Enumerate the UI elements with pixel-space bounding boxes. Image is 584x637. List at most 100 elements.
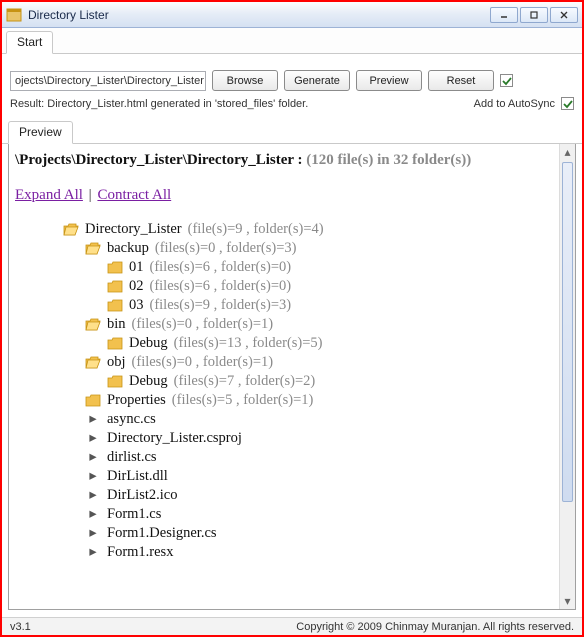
node-meta: (files(s)=13 , folder(s)=5)	[174, 335, 323, 352]
folder-open-icon	[85, 242, 101, 256]
path-input-value: ojects\Directory_Lister\Directory_Lister	[15, 75, 204, 87]
preview-headline: \Projects\Directory_Lister\Directory_Lis…	[15, 152, 569, 169]
node-name: Form1.Designer.cs	[107, 525, 217, 542]
bullet-icon: ▸	[85, 487, 101, 504]
tree-folder[interactable]: obj (files(s)=0 , folder(s)=1)	[15, 353, 569, 372]
node-meta: (files(s)=6 , folder(s)=0)	[150, 259, 292, 276]
bullet-icon: ▸	[85, 506, 101, 523]
tree-folder[interactable]: Properties (files(s)=5 , folder(s)=1)	[15, 391, 569, 410]
headline-stats: (120 file(s) in 32 folder(s))	[306, 152, 471, 168]
reset-button[interactable]: Reset	[428, 70, 494, 91]
browse-button[interactable]: Browse	[212, 70, 278, 91]
generate-button[interactable]: Generate	[284, 70, 350, 91]
node-name: obj	[107, 354, 126, 371]
link-separator: |	[87, 187, 94, 203]
headline-path: \Projects\Directory_Lister\Directory_Lis…	[15, 152, 306, 168]
outer-tabstrip: Start	[2, 28, 582, 54]
tree-file[interactable]: ▸ async.cs	[15, 410, 569, 429]
node-name: DirList2.ico	[107, 487, 177, 504]
folder-open-icon	[63, 223, 79, 237]
unknown-checkbox[interactable]	[500, 74, 513, 87]
close-button[interactable]	[550, 7, 578, 23]
scroll-up-button[interactable]: ▴	[560, 144, 575, 160]
node-meta: (files(s)=0 , folder(s)=3)	[155, 240, 297, 257]
tree-file[interactable]: ▸ dirlist.cs	[15, 448, 569, 467]
bullet-icon: ▸	[85, 430, 101, 447]
expand-all-link[interactable]: Expand All	[15, 187, 83, 203]
node-name: 02	[129, 278, 144, 295]
node-name: async.cs	[107, 411, 156, 428]
folder-closed-icon	[107, 299, 123, 313]
scroll-thumb[interactable]	[562, 162, 573, 502]
node-name: bin	[107, 316, 126, 333]
folder-closed-icon	[107, 337, 123, 351]
app-icon	[6, 7, 22, 23]
tree-file[interactable]: ▸ DirList2.ico	[15, 486, 569, 505]
scrollbar[interactable]: ▴ ▾	[559, 144, 575, 609]
folder-open-icon	[85, 318, 101, 332]
node-name: 03	[129, 297, 144, 314]
node-name: backup	[107, 240, 149, 257]
contract-all-link[interactable]: Contract All	[97, 187, 171, 203]
scroll-down-button[interactable]: ▾	[560, 593, 575, 609]
node-name: 01	[129, 259, 144, 276]
tree-folder[interactable]: bin (files(s)=0 , folder(s)=1)	[15, 315, 569, 334]
result-text: Result: Directory_Lister.html generated …	[10, 98, 308, 110]
node-meta: (files(s)=9 , folder(s)=3)	[150, 297, 292, 314]
preview-button[interactable]: Preview	[356, 70, 422, 91]
tab-preview[interactable]: Preview	[8, 121, 73, 144]
minimize-button[interactable]	[490, 7, 518, 23]
node-meta: (file(s)=9 , folder(s)=4)	[188, 221, 324, 238]
titlebar: Directory Lister	[2, 2, 582, 28]
expand-collapse-links: Expand All | Contract All	[15, 187, 569, 204]
folder-closed-icon	[107, 375, 123, 389]
autosync-label: Add to AutoSync	[474, 98, 555, 110]
tree-file[interactable]: ▸ Directory_Lister.csproj	[15, 429, 569, 448]
tree-folder[interactable]: backup (files(s)=0 , folder(s)=3)	[15, 239, 569, 258]
node-meta: (files(s)=0 , folder(s)=1)	[132, 354, 274, 371]
copyright-label: Copyright © 2009 Chinmay Muranjan. All r…	[296, 621, 574, 633]
tree-file[interactable]: ▸ Form1.cs	[15, 505, 569, 524]
bullet-icon: ▸	[85, 525, 101, 542]
preview-pane: \Projects\Directory_Lister\Directory_Lis…	[8, 144, 576, 610]
tree-file[interactable]: ▸ DirList.dll	[15, 467, 569, 486]
controls-row: ojects\Directory_Lister\Directory_Lister…	[2, 54, 582, 95]
inner-tabstrip: Preview	[2, 118, 582, 144]
tree-folder[interactable]: Debug (files(s)=7 , folder(s)=2)	[15, 372, 569, 391]
node-name: Debug	[129, 373, 168, 390]
statusbar: v3.1 Copyright © 2009 Chinmay Muranjan. …	[2, 617, 582, 635]
node-name: Form1.resx	[107, 544, 173, 561]
folder-closed-icon	[107, 280, 123, 294]
bullet-icon: ▸	[85, 411, 101, 428]
maximize-button[interactable]	[520, 7, 548, 23]
node-meta: (files(s)=0 , folder(s)=1)	[132, 316, 274, 333]
result-row: Result: Directory_Lister.html generated …	[2, 95, 582, 118]
tree-folder[interactable]: Debug (files(s)=13 , folder(s)=5)	[15, 334, 569, 353]
bullet-icon: ▸	[85, 544, 101, 561]
node-name: Directory_Lister.csproj	[107, 430, 242, 447]
node-name: dirlist.cs	[107, 449, 157, 466]
node-name: Properties	[107, 392, 166, 409]
node-meta: (files(s)=7 , folder(s)=2)	[174, 373, 316, 390]
folder-closed-icon	[85, 394, 101, 408]
bullet-icon: ▸	[85, 468, 101, 485]
folder-open-icon	[85, 356, 101, 370]
tree-folder[interactable]: 02 (files(s)=6 , folder(s)=0)	[15, 277, 569, 296]
bullet-icon: ▸	[85, 449, 101, 466]
autosync-checkbox[interactable]	[561, 97, 574, 110]
path-input[interactable]: ojects\Directory_Lister\Directory_Lister	[10, 71, 206, 91]
tree-folder[interactable]: 01 (files(s)=6 , folder(s)=0)	[15, 258, 569, 277]
tab-start[interactable]: Start	[6, 31, 53, 54]
window-controls	[490, 7, 578, 23]
tree-folder[interactable]: Directory_Lister (file(s)=9 , folder(s)=…	[15, 220, 569, 239]
node-name: Form1.cs	[107, 506, 161, 523]
node-name: DirList.dll	[107, 468, 168, 485]
node-name: Directory_Lister	[85, 221, 182, 238]
directory-tree: Directory_Lister (file(s)=9 , folder(s)=…	[15, 220, 569, 562]
version-label: v3.1	[10, 621, 31, 633]
node-meta: (files(s)=5 , folder(s)=1)	[172, 392, 314, 409]
tree-file[interactable]: ▸ Form1.Designer.cs	[15, 524, 569, 543]
tree-folder[interactable]: 03 (files(s)=9 , folder(s)=3)	[15, 296, 569, 315]
tree-file[interactable]: ▸ Form1.resx	[15, 543, 569, 562]
scroll-track[interactable]	[560, 160, 575, 593]
